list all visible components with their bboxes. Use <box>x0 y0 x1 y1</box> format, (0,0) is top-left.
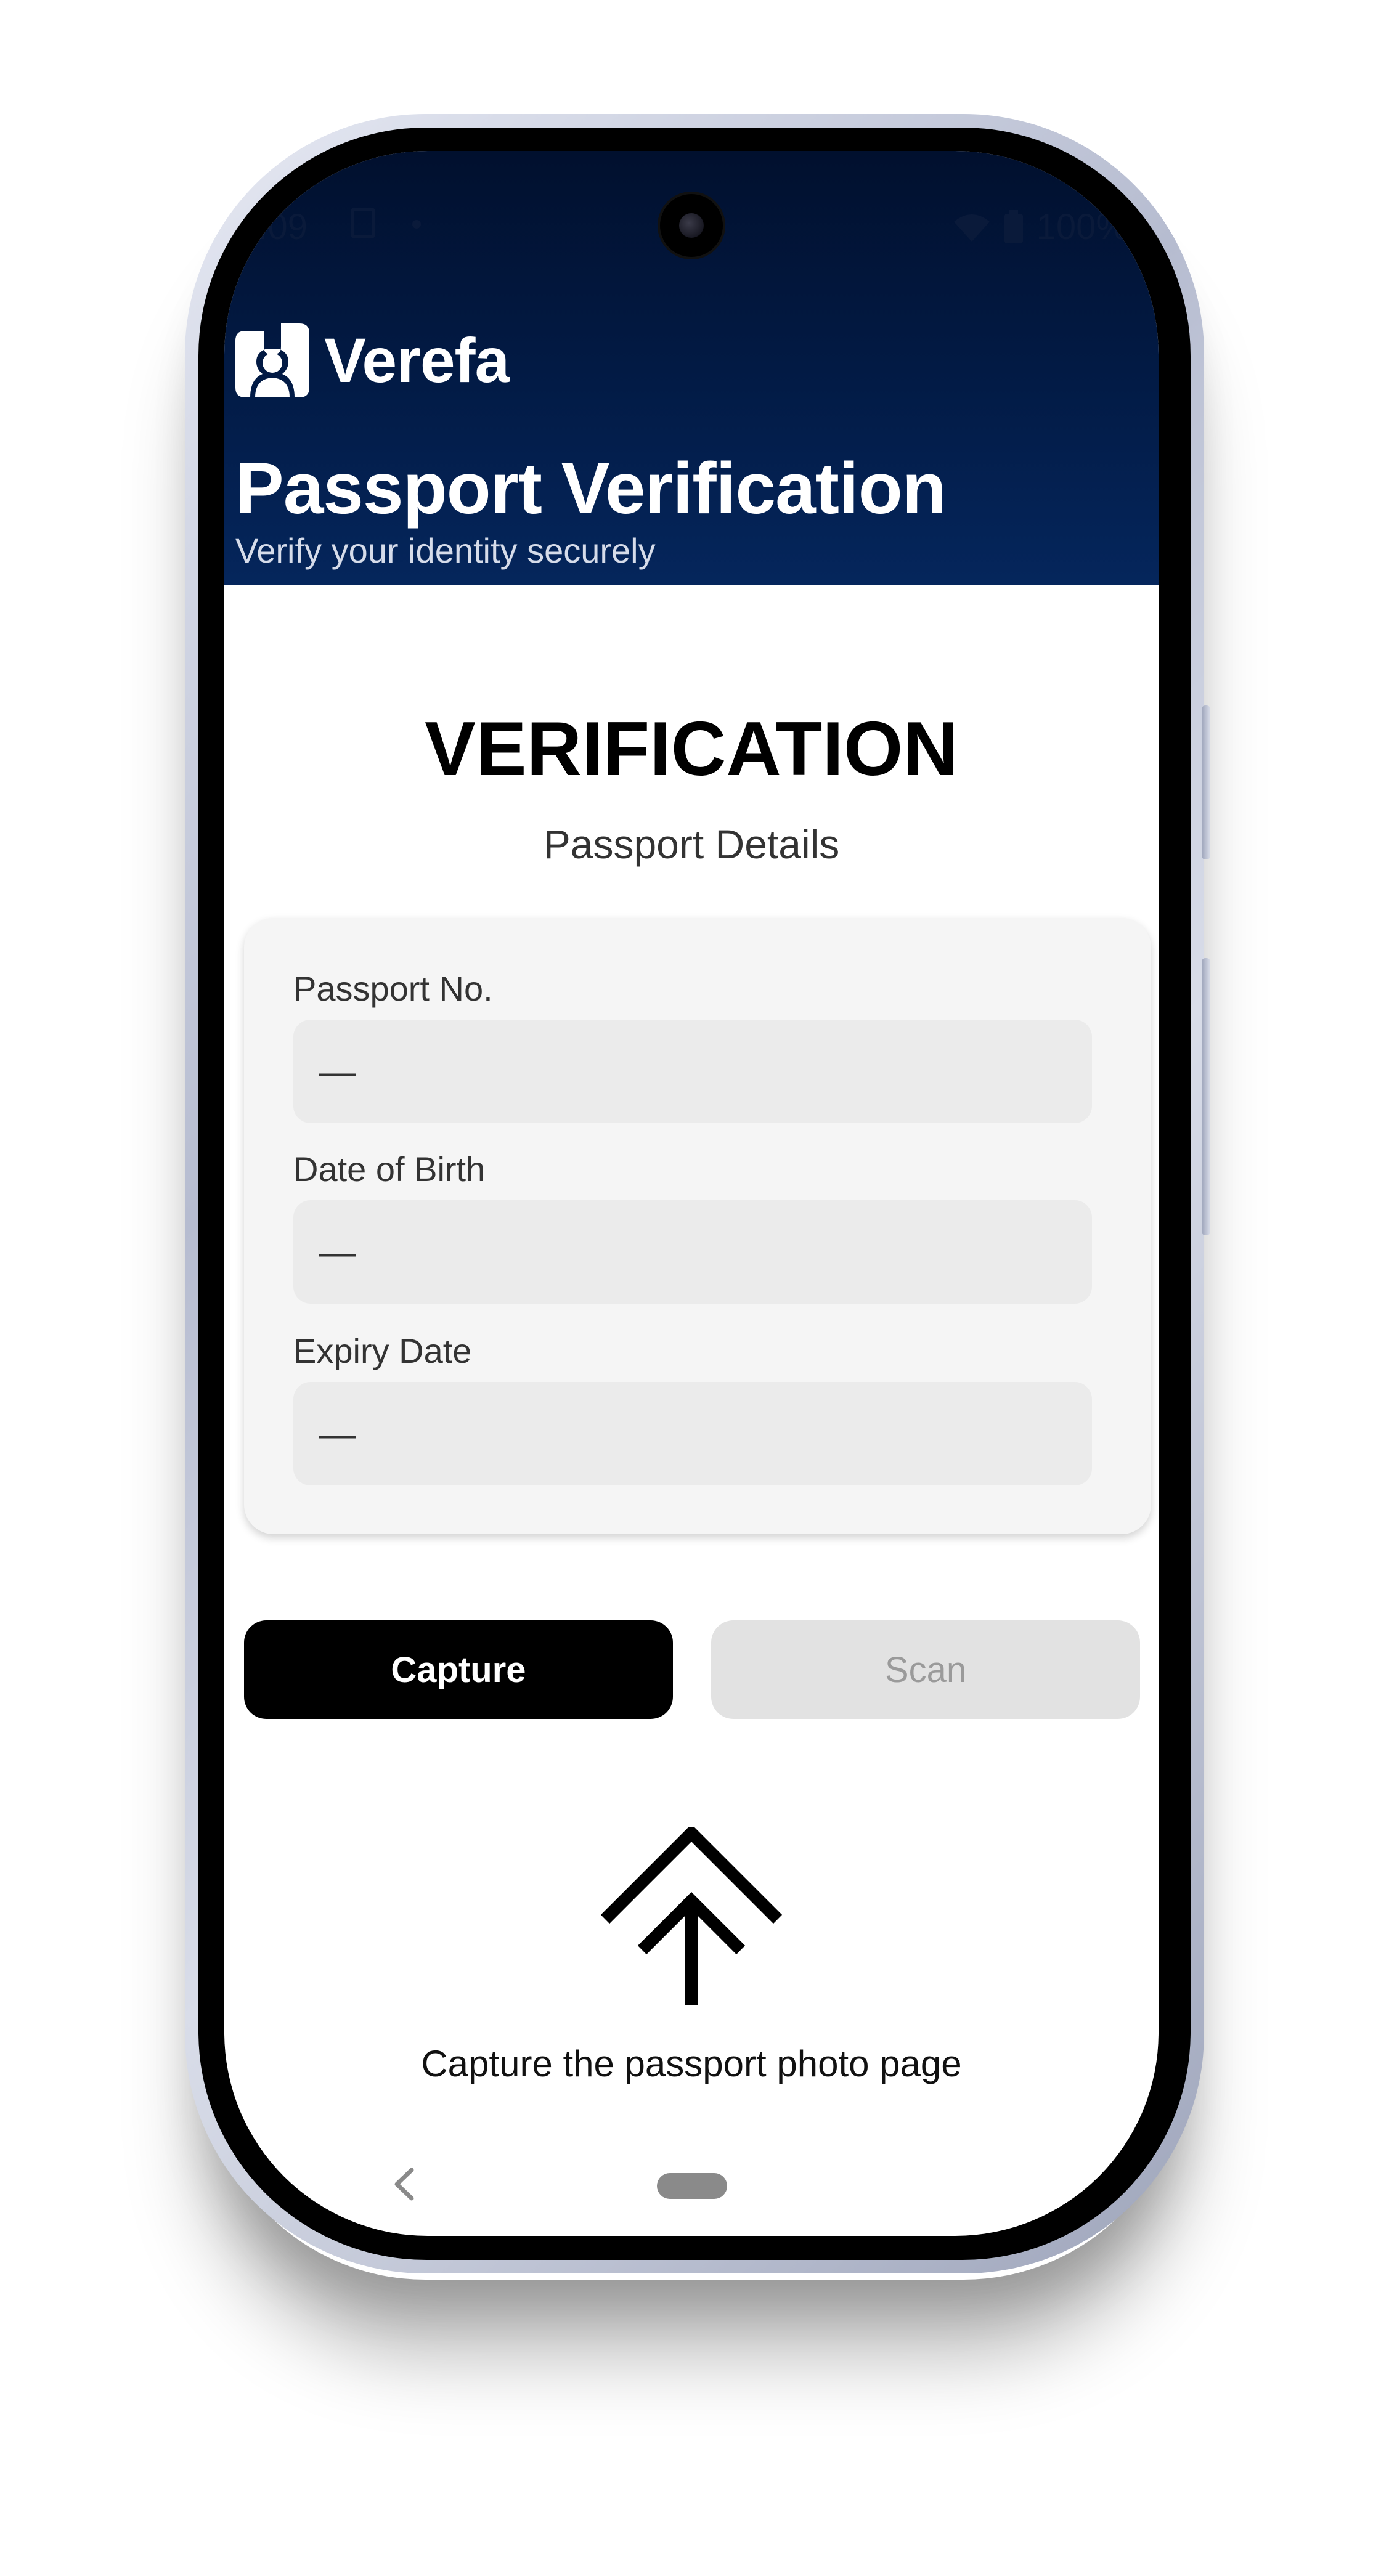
status-time: 9:09 <box>238 207 308 247</box>
front-camera <box>660 194 723 257</box>
section-title: VERIFICATION <box>425 707 958 792</box>
page-subtitle: Verify your identity securely <box>235 531 656 570</box>
page-title: Passport Verification <box>235 448 947 529</box>
date-of-birth-value: — <box>319 1232 356 1273</box>
verefa-logo-icon <box>235 323 309 397</box>
sim-icon <box>351 208 375 238</box>
volume-up-button <box>1202 705 1210 859</box>
home-pill[interactable] <box>657 2173 727 2199</box>
expiry-date-field: — <box>293 1382 1092 1485</box>
phone-screen: 9:09 100% Verefa Passport Verification V… <box>224 151 1159 2236</box>
app-header: 9:09 100% Verefa Passport Verification V… <box>224 151 1159 585</box>
passport-details-card: Passport No. — Date of Birth — Expiry Da… <box>244 918 1151 1534</box>
back-chevron-icon[interactable] <box>386 2163 423 2206</box>
battery-percent: 100% <box>1036 207 1128 247</box>
scan-button[interactable]: Scan <box>711 1620 1140 1719</box>
passport-number-value: — <box>319 1051 356 1092</box>
passport-number-field: — <box>293 1020 1092 1123</box>
capture-button[interactable]: Capture <box>244 1620 673 1719</box>
date-of-birth-label: Date of Birth <box>293 1150 486 1188</box>
double-chevron-up-arrow-icon <box>600 1827 783 2005</box>
date-of-birth-field: — <box>293 1200 1092 1304</box>
power-button <box>1202 958 1210 1235</box>
section-subtitle: Passport Details <box>543 821 840 867</box>
notification-dot-icon <box>412 220 421 229</box>
status-right: 100% <box>953 206 1128 248</box>
passport-number-label: Passport No. <box>293 969 493 1008</box>
battery-icon <box>1004 209 1023 243</box>
expiry-date-label: Expiry Date <box>293 1331 472 1370</box>
expiry-date-value: — <box>319 1413 356 1455</box>
capture-instruction: Capture the passport photo page <box>421 2043 962 2084</box>
brand: Verefa <box>235 323 510 397</box>
wifi-icon <box>953 214 990 242</box>
brand-name: Verefa <box>324 325 510 396</box>
